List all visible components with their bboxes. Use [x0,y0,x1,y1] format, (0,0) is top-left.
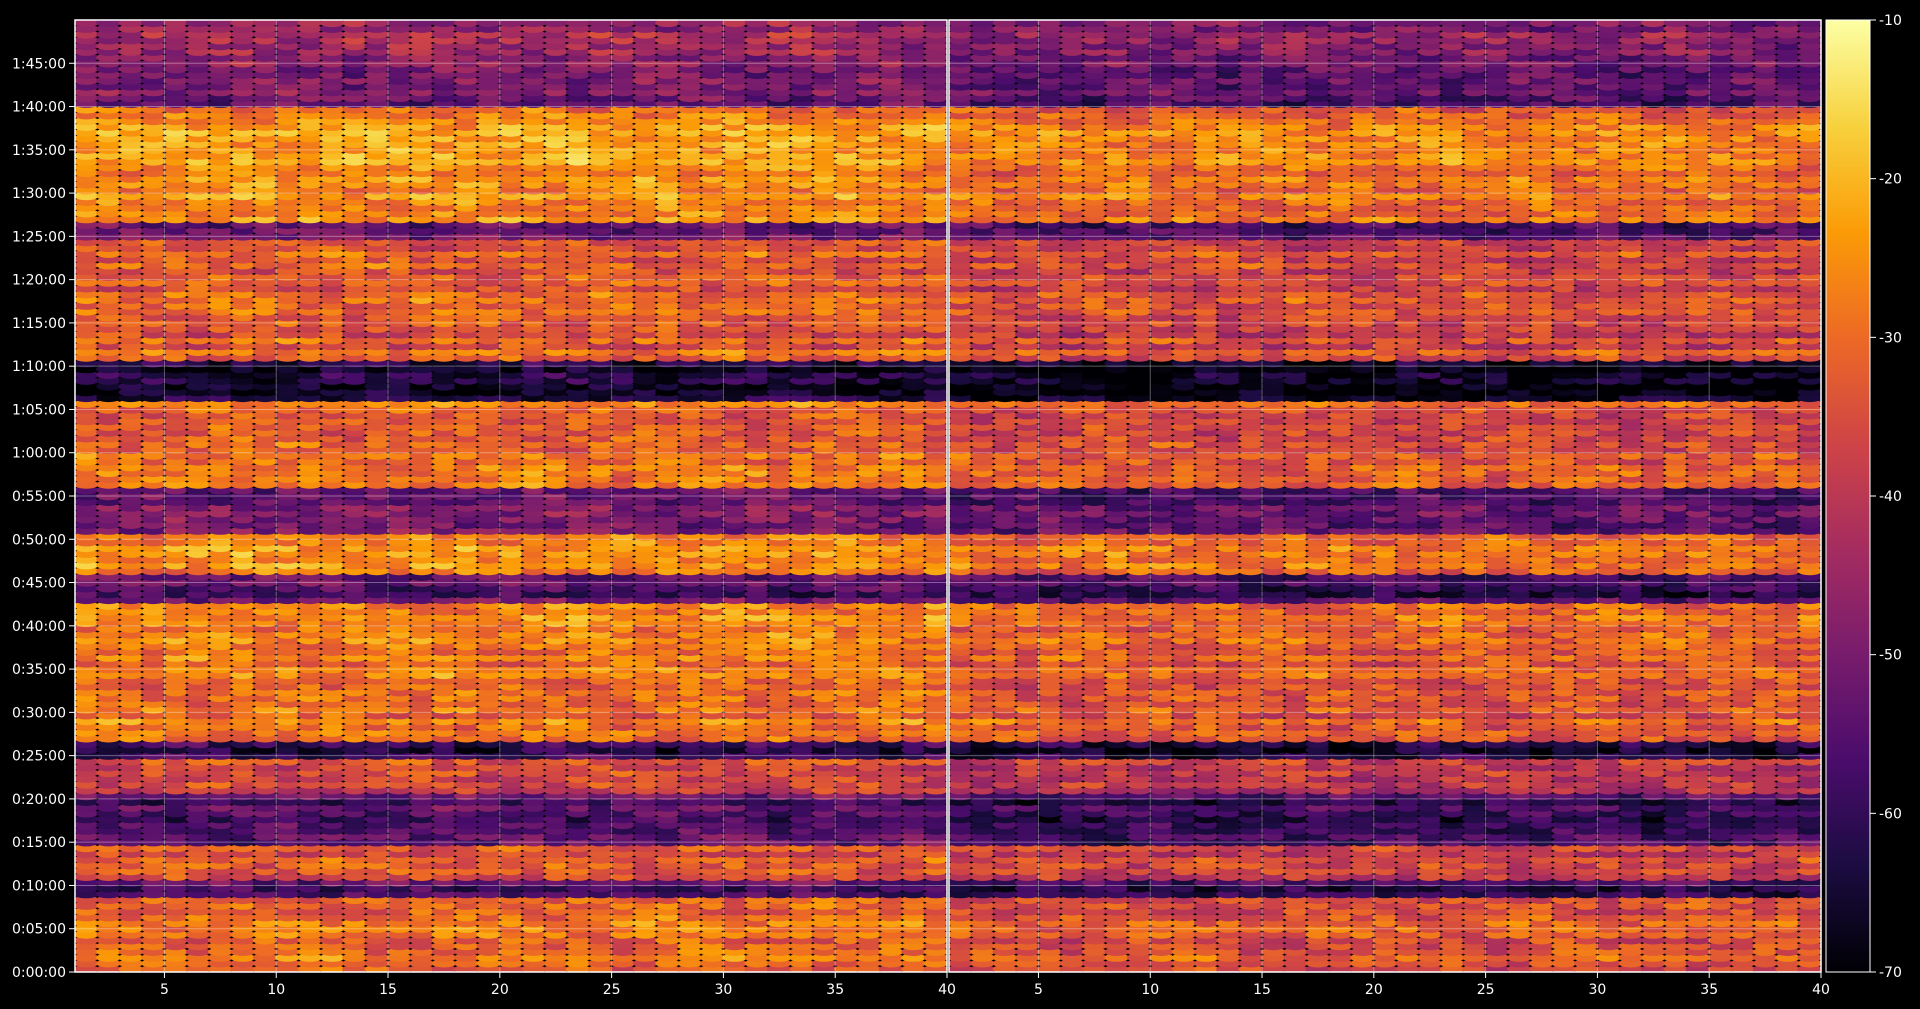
spectrogram-figure: 5 10 15 20 25 30 35 40 0:00:000:05:000:10:000:1… [12,13,1902,998]
heatmap-panel-left: 5 10 15 20 25 30 35 40 0:00:000:05:000:10:000:1… [12,19,956,998]
